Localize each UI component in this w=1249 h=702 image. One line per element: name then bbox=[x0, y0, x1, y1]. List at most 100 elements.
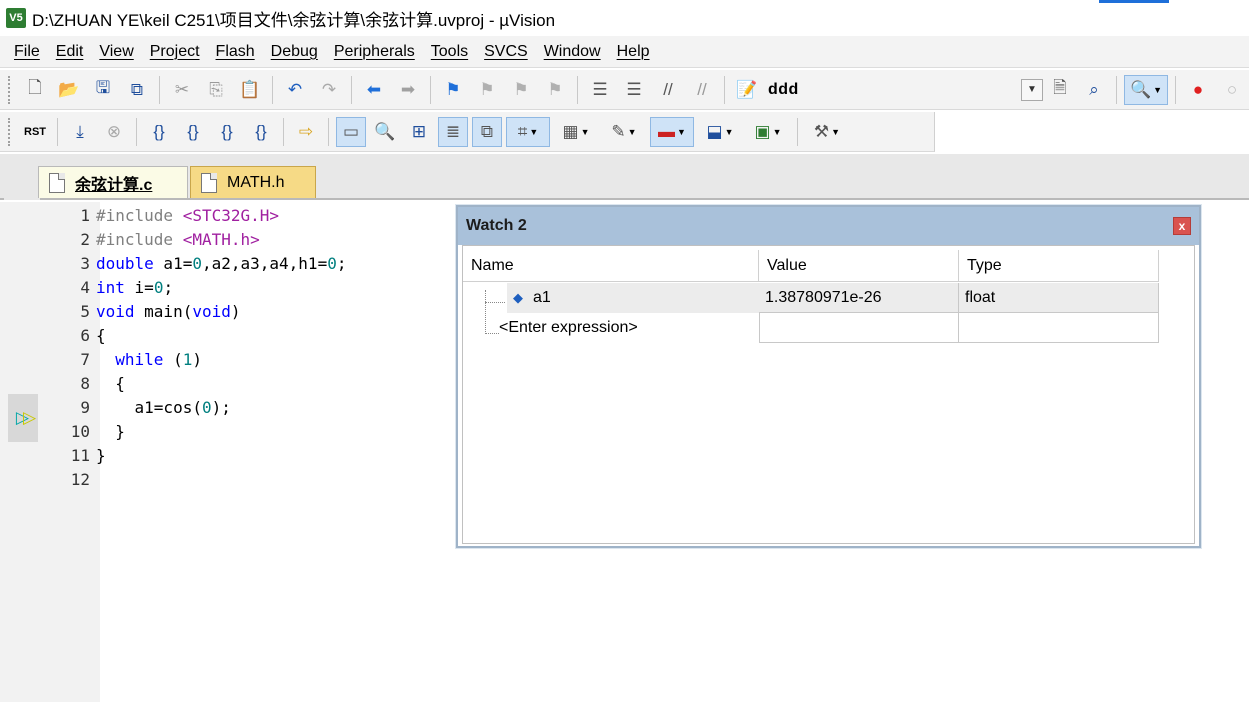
close-button[interactable]: x bbox=[1173, 217, 1191, 235]
watch-row-type[interactable] bbox=[959, 313, 1159, 343]
open-file-button[interactable]: 📂 bbox=[54, 75, 84, 105]
toolbox-button[interactable]: ⚒ ▼ bbox=[805, 117, 849, 147]
disassembly-window-button[interactable]: 🔍 bbox=[370, 117, 400, 147]
breakpoint-margin[interactable] bbox=[0, 202, 40, 702]
navigate-back-button[interactable]: ⬅ bbox=[359, 75, 389, 105]
run-button[interactable]: ⤓ bbox=[65, 117, 95, 147]
reset-cpu-button[interactable]: RST bbox=[20, 117, 50, 147]
step-out-button[interactable]: {} bbox=[212, 117, 242, 147]
menu-peripherals[interactable]: Peripherals bbox=[326, 43, 423, 61]
debug-session-button[interactable]: 🔍 ▼ bbox=[1124, 74, 1168, 105]
menu-svcs[interactable]: SVCS bbox=[476, 43, 536, 61]
trace-windows-button[interactable]: ⬓ ▼ bbox=[698, 117, 742, 147]
target-dropdown-arrow[interactable]: ▼ bbox=[1021, 78, 1043, 101]
menu-debug[interactable]: Debug bbox=[263, 43, 326, 61]
watch-windows-button[interactable]: ⌗ ▼ bbox=[506, 116, 550, 147]
command-window-button[interactable]: ▭ bbox=[336, 116, 366, 147]
column-header-type[interactable]: Type bbox=[959, 250, 1159, 282]
paste-icon: 📋 bbox=[239, 79, 261, 99]
run-to-cursor-button[interactable]: {} bbox=[246, 117, 276, 147]
show-next-statement-button[interactable]: ⇨ bbox=[291, 117, 321, 147]
column-header-name[interactable]: Name bbox=[463, 250, 759, 282]
toolbar-separator bbox=[1116, 75, 1117, 104]
watch-grid[interactable]: Name Value Type ◆ a1 1.38780971e-26 floa… bbox=[462, 245, 1195, 544]
serial-windows-button[interactable]: ✎ ▼ bbox=[602, 117, 646, 147]
copy-icon: ⎘ bbox=[209, 79, 223, 99]
analysis-windows-button[interactable]: ▬ ▼ bbox=[650, 116, 694, 147]
line-number: 6 bbox=[80, 325, 90, 345]
line-number: 5 bbox=[80, 301, 90, 321]
watch-row-value[interactable]: 1.38780971e-26 bbox=[759, 283, 959, 313]
uvision-app-icon: V5 bbox=[6, 8, 26, 28]
menu-file[interactable]: File bbox=[6, 43, 48, 61]
unindent-icon: ☰ bbox=[626, 79, 642, 99]
toolbar-grip[interactable] bbox=[8, 117, 12, 146]
paste-button[interactable]: 📋 bbox=[235, 75, 265, 105]
code-line[interactable]: 12 bbox=[40, 467, 96, 491]
menu-tools[interactable]: Tools bbox=[423, 43, 476, 61]
code-line[interactable]: 2 #include <MATH.h> bbox=[40, 227, 259, 251]
redo-button[interactable]: ↷ bbox=[314, 75, 344, 105]
code-line[interactable]: 7 while (1) bbox=[40, 347, 202, 371]
file-toolbar: 🗋 📂 🖫 ⧉ ✂ ⎘ 📋 ↶ ↷ ⬅ ➡ ⚑ ⚑ ⚑ ⚑ ☰ ☰ // // … bbox=[0, 70, 1249, 110]
find-in-files-button[interactable]: 📝 bbox=[732, 75, 762, 105]
menu-help[interactable]: Help bbox=[609, 43, 658, 61]
breakpoint-disable-button[interactable]: ○ bbox=[1217, 75, 1247, 105]
stop-button[interactable]: ⊗ bbox=[99, 117, 129, 147]
code-line[interactable]: 5 void main(void) bbox=[40, 299, 240, 323]
indent-button[interactable]: ☰ bbox=[585, 75, 615, 105]
watch-row-name[interactable]: ◆ a1 bbox=[507, 283, 759, 313]
unindent-button[interactable]: ☰ bbox=[619, 75, 649, 105]
code-line[interactable]: 11 } bbox=[40, 443, 106, 467]
insert-bookmark-button[interactable]: ⚑ bbox=[438, 75, 468, 105]
uncomment-button[interactable]: // bbox=[687, 75, 717, 105]
system-viewer-button[interactable]: ▣ ▼ bbox=[746, 117, 790, 147]
copy-button[interactable]: ⎘ bbox=[201, 75, 231, 105]
enter-expression-field[interactable]: <Enter expression> bbox=[493, 313, 759, 343]
symbols-window-button[interactable]: ⊞ bbox=[404, 117, 434, 147]
column-header-value[interactable]: Value bbox=[759, 250, 959, 282]
find-replace-button[interactable]: ⌕ bbox=[1079, 75, 1109, 105]
next-bookmark-button[interactable]: ⚑ bbox=[506, 75, 536, 105]
incremental-find-button[interactable]: 🗎 bbox=[1045, 75, 1075, 105]
watch-row-type[interactable]: float bbox=[959, 283, 1159, 313]
code-line[interactable]: 3 double a1=0,a2,a3,a4,h1=0; bbox=[40, 251, 346, 275]
new-file-button[interactable]: 🗋 bbox=[20, 75, 50, 105]
toolbar-grip[interactable] bbox=[8, 75, 12, 104]
code-line[interactable]: 1 #include <STC32G.H> bbox=[40, 203, 279, 227]
cut-button[interactable]: ✂ bbox=[167, 75, 197, 105]
tab-cosine-c[interactable]: 余弦计算.c bbox=[38, 166, 188, 198]
menu-project[interactable]: Project bbox=[142, 43, 208, 61]
watch-row-value[interactable] bbox=[759, 313, 959, 343]
registers-window-button[interactable]: ≣ bbox=[438, 116, 468, 147]
current-execution-marker: ▷▷ bbox=[8, 394, 38, 442]
menu-window[interactable]: Window bbox=[536, 43, 609, 61]
call-stack-window-button[interactable]: ⧉ bbox=[472, 116, 502, 147]
chip-icon: ▣ bbox=[754, 121, 771, 141]
prev-bookmark-button[interactable]: ⚑ bbox=[472, 75, 502, 105]
clear-bookmarks-button[interactable]: ⚑ bbox=[540, 75, 570, 105]
menu-edit[interactable]: Edit bbox=[48, 43, 92, 61]
code-line[interactable]: 10 } bbox=[40, 419, 125, 443]
memory-windows-button[interactable]: ▦ ▼ bbox=[554, 117, 598, 147]
memory-window-icon: ▦ bbox=[562, 121, 579, 141]
watch-window-titlebar[interactable]: Watch 2 x bbox=[458, 207, 1199, 245]
save-button[interactable]: 🖫 bbox=[88, 75, 118, 105]
code-line[interactable]: 9 a1=cos(0); bbox=[40, 395, 231, 419]
navigate-forward-button[interactable]: ➡ bbox=[393, 75, 423, 105]
code-line[interactable]: 4 int i=0; bbox=[40, 275, 173, 299]
menu-flash[interactable]: Flash bbox=[208, 43, 263, 61]
comment-button[interactable]: // bbox=[653, 75, 683, 105]
save-all-button[interactable]: ⧉ bbox=[122, 75, 152, 105]
code-text: while (1) bbox=[115, 349, 202, 369]
line-number: 4 bbox=[80, 277, 90, 297]
code-line[interactable]: 8 { bbox=[40, 371, 125, 395]
undo-button[interactable]: ↶ bbox=[280, 75, 310, 105]
watch-window[interactable]: Watch 2 x Name Value Type ◆ a1 1.3878097… bbox=[456, 205, 1201, 548]
tab-math-h[interactable]: MATH.h bbox=[190, 166, 316, 198]
step-into-button[interactable]: {} bbox=[144, 117, 174, 147]
menu-view[interactable]: View bbox=[91, 43, 141, 61]
code-line[interactable]: 6 { bbox=[40, 323, 105, 347]
breakpoint-button[interactable]: ● bbox=[1183, 75, 1213, 105]
step-over-button[interactable]: {} bbox=[178, 117, 208, 147]
